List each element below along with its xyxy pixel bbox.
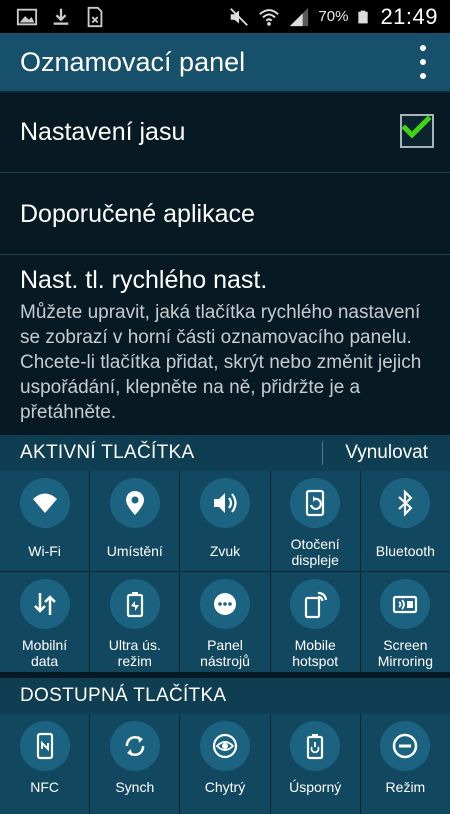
tile-sound[interactable]: Zvuk [180,471,270,571]
available-buttons-header: DOSTUPNÁ TLAČÍTKA [0,678,450,714]
ultra-power-saving-icon [109,579,160,629]
screen-mirroring-icon [380,579,431,629]
battery-percent: 70% [318,8,349,25]
tile-screen-rotation[interactable]: Otočení displeje [270,471,360,571]
sim-card-icon [87,6,103,27]
tile-sync[interactable]: Synch [90,714,180,814]
tile-label: Synch [115,779,155,795]
tile-power-saving[interactable]: Úsporný [270,714,360,814]
location-icon [109,478,160,528]
power-saving-icon [290,721,341,771]
tile-label: Panel nástrojů [200,637,250,669]
tile-label: Wi-Fi [28,543,61,559]
tile-ultra-power-saving[interactable]: Ultra ús. režim [90,572,180,672]
hotspot-icon [290,579,341,629]
sync-icon [109,721,160,771]
tile-location[interactable]: Umístění [90,471,180,571]
blocking-mode-icon [380,721,431,771]
action-bar: Oznamovací panel [0,33,450,91]
tile-screen-mirroring[interactable]: Screen Mirroring [360,572,450,672]
tile-bluetooth[interactable]: Bluetooth [360,471,450,571]
tile-mobile-hotspot[interactable]: Mobile hotspot [270,572,360,672]
brightness-checkbox[interactable] [400,114,434,148]
available-buttons-title: DOSTUPNÁ TLAČÍTKA [20,685,227,706]
tile-label: Režim [385,779,426,795]
tile-label: Screen Mirroring [377,637,433,669]
tile-label: Bluetooth [375,543,435,559]
tile-smart-stay[interactable]: Chytrý [180,714,270,814]
status-bar: 70% 21:49 [0,0,450,33]
recommended-apps-label: Doporučené aplikace [20,200,255,228]
nfc-icon [19,721,70,771]
tile-wifi[interactable]: Wi-Fi [0,471,90,571]
tile-label: Mobilní data [22,637,68,669]
checkmark-icon [401,115,431,139]
active-buttons-grid: Wi-Fi Umístění Zvuk Otočení displeje Blu… [0,471,450,672]
recommended-apps-row[interactable]: Doporučené aplikace [0,172,450,255]
quick-settings-row: Nast. tl. rychlého nast. Můžete upravit,… [0,254,450,434]
active-buttons-title: AKTIVNÍ TLAČÍTKA [20,442,195,463]
tile-nfc[interactable]: NFC [0,714,90,814]
sound-icon [199,478,250,528]
mobile-data-icon [19,579,70,629]
tile-label: Chytrý [204,779,246,795]
bluetooth-icon [380,478,431,528]
brightness-setting-row[interactable]: Nastavení jasu [0,92,450,173]
overflow-menu-icon[interactable] [416,45,430,79]
tile-label: Mobile hotspot [292,637,339,669]
signal-icon [290,7,309,26]
tile-label: NFC [30,779,59,795]
tile-label: Otočení displeje [290,536,340,568]
download-icon [53,8,69,25]
tile-toolbox[interactable]: Panel nástrojů [180,572,270,672]
tile-label: Umístění [106,543,163,559]
battery-icon [358,10,369,23]
tile-mobile-data[interactable]: Mobilní data [0,572,90,672]
quick-settings-label: Nast. tl. rychlého nast. [20,266,268,294]
tile-label: Ultra ús. režim [108,637,161,669]
reset-button[interactable]: Vynulovat [322,441,450,465]
wifi-icon [19,478,70,528]
wifi-icon [259,8,280,26]
quick-settings-description: Můžete upravit, jaká tlačítka rychlého n… [20,302,422,423]
mute-icon [230,7,249,26]
available-buttons-grid: NFC Synch Chytrý Úsporný Režim [0,714,450,814]
gallery-icon [16,8,38,25]
tile-blocking-mode[interactable]: Režim [360,714,450,814]
tile-label: Úsporný [289,779,342,795]
page-title: Oznamovací panel [20,46,246,77]
toolbox-icon [199,579,250,629]
tile-label: Zvuk [209,543,241,559]
brightness-setting-label: Nastavení jasu [20,118,186,146]
smart-stay-icon [199,721,250,771]
active-buttons-header: AKTIVNÍ TLAČÍTKA Vynulovat [0,435,450,471]
screen-rotation-icon [290,478,341,528]
clock: 21:49 [380,3,438,29]
